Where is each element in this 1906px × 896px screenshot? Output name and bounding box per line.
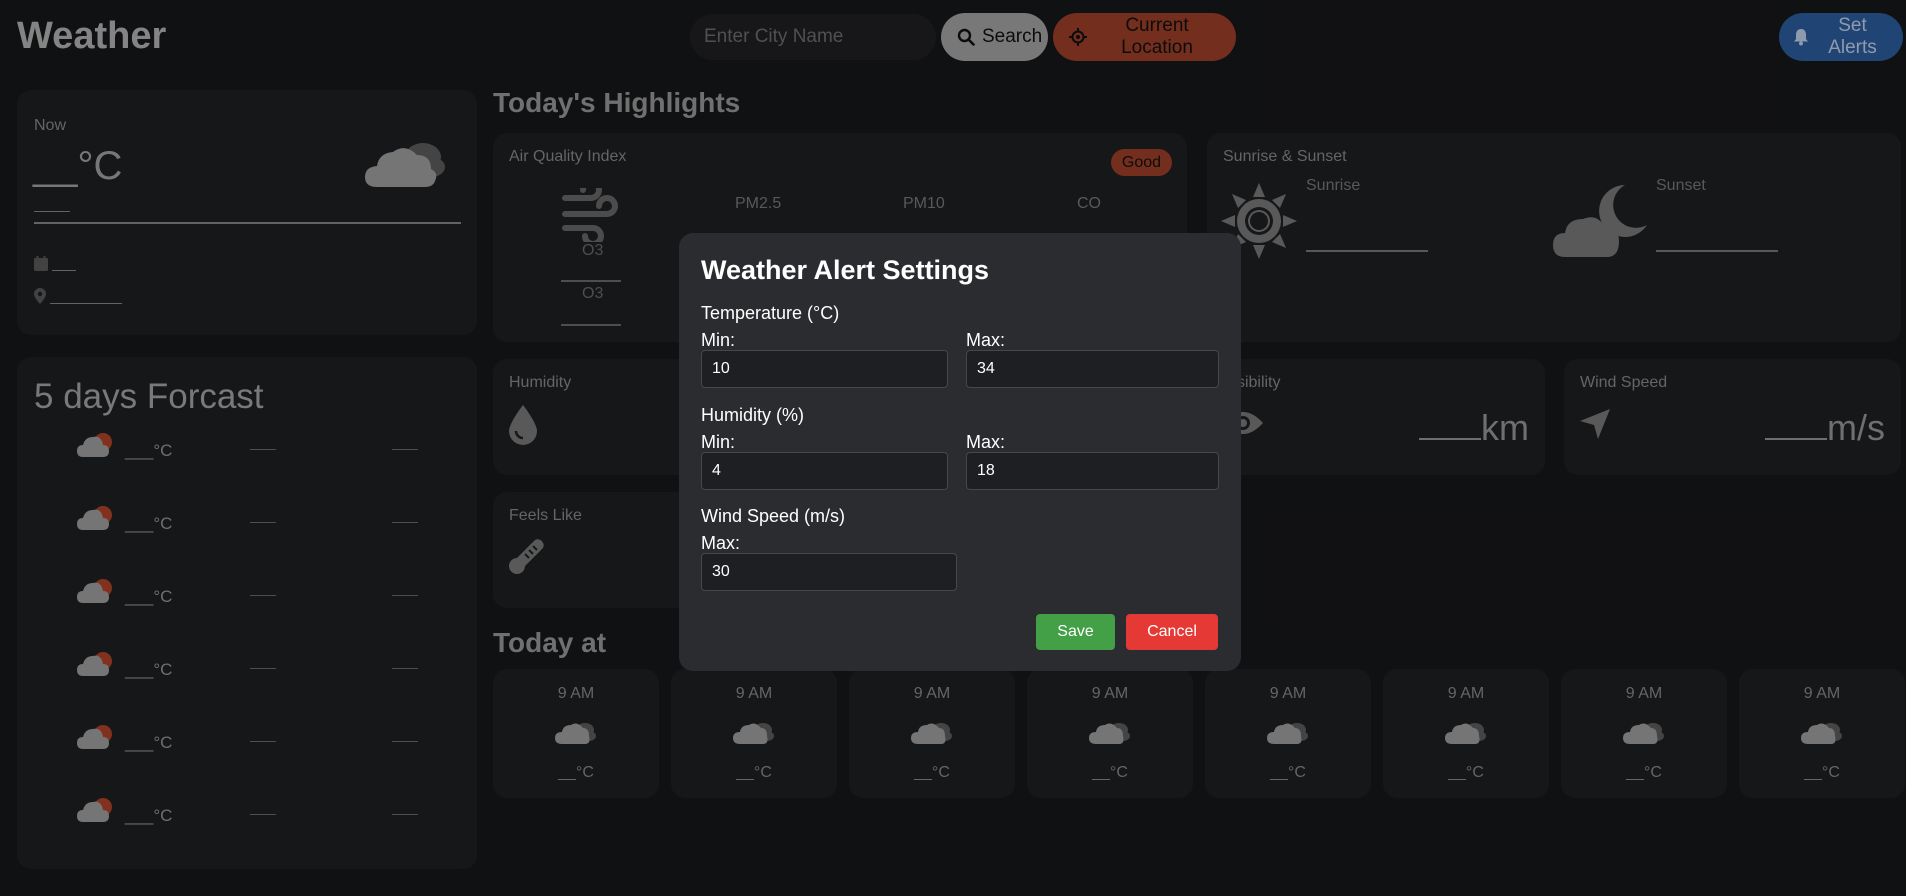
cancel-button[interactable]: Cancel: [1126, 614, 1218, 650]
alert-settings-modal: Weather Alert Settings Temperature (°C) …: [679, 233, 1241, 671]
humidity-min-input[interactable]: [701, 452, 948, 490]
humidity-max-input[interactable]: [966, 452, 1219, 490]
temperature-section-label: Temperature (°C): [701, 303, 840, 323]
temp-min-label: Min:: [701, 330, 736, 350]
save-button[interactable]: Save: [1036, 614, 1115, 650]
humidity-section-label: Humidity (%): [701, 405, 805, 425]
wind-section-label: Wind Speed (m/s): [701, 506, 846, 526]
humidity-min-label: Min:: [701, 432, 736, 452]
temp-min-input[interactable]: [701, 350, 948, 388]
temp-max-label: Max:: [966, 330, 1006, 350]
wind-max-label: Max:: [701, 533, 741, 553]
temp-max-input[interactable]: [966, 350, 1219, 388]
modal-title: Weather Alert Settings: [701, 255, 990, 285]
wind-max-input[interactable]: [701, 553, 957, 591]
humidity-max-label: Max:: [966, 432, 1006, 452]
